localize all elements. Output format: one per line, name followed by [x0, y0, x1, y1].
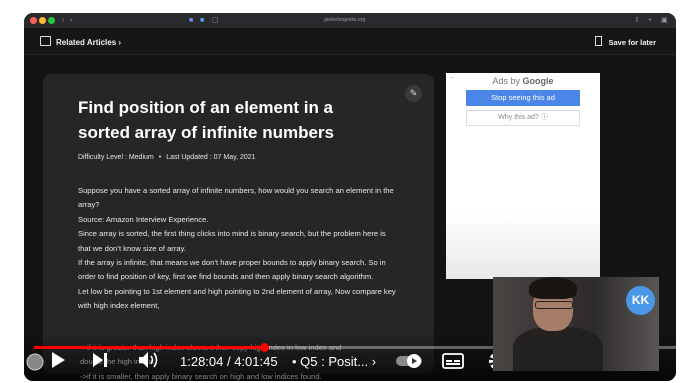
minimize-dot-icon[interactable] — [39, 17, 46, 24]
time-display: 1:28:04 / 4:01:45 — [180, 354, 278, 369]
share-icon[interactable]: ⇧ — [634, 16, 640, 25]
back-icon[interactable]: ‹ — [62, 16, 64, 25]
subtitles-icon[interactable] — [442, 353, 464, 369]
browser-toolbar: ‹ › ■ ■ ▢ geeksforgeeks.org ⇧ + ▣ — [24, 13, 676, 28]
ads-by-google-label: Ads by Google — [446, 76, 600, 86]
chapter-title[interactable]: • Q5 : Posit... › — [292, 354, 376, 369]
why-this-ad-label: Why this ad? — [498, 114, 539, 121]
webcam-overlay: KK — [493, 277, 659, 371]
ads-by-text: Ads by — [492, 76, 520, 86]
presenter-body — [513, 327, 603, 371]
related-articles-button[interactable]: Related Articles › — [40, 36, 121, 47]
last-updated: Last Updated : 07 May, 2021 — [166, 154, 256, 161]
article-body: Suppose you have a sorted array of infin… — [78, 184, 398, 314]
why-this-ad-button[interactable]: Why this ad? ⓘ — [466, 110, 580, 126]
google-logo-text: Google — [522, 76, 554, 86]
article-paragraph: Let low be pointing to 1st element and h… — [78, 286, 396, 311]
extension-icon[interactable]: ■ — [200, 16, 204, 25]
autoplay-toggle[interactable] — [395, 354, 423, 368]
miniplayer-avatar-icon[interactable] — [26, 353, 44, 371]
channel-logo: KK — [626, 286, 655, 315]
extension-icon[interactable]: ■ — [189, 16, 193, 25]
info-icon: ⓘ — [540, 114, 548, 121]
close-dot-icon[interactable] — [30, 17, 37, 24]
chevron-right-icon: › — [118, 38, 122, 47]
progress-played — [34, 346, 264, 349]
volume-icon[interactable] — [138, 351, 160, 369]
address-bar[interactable]: geeksforgeeks.org — [324, 16, 365, 25]
maximize-dot-icon[interactable] — [48, 17, 55, 24]
article-paragraph: If the array is infinite, that means we … — [78, 258, 386, 282]
article-paragraph: ->if it is smaller, then apply binary se… — [80, 371, 322, 381]
article-card: Find position of an element in a sorted … — [43, 74, 434, 374]
chapter-label: • Q5 : Posit... — [292, 354, 369, 369]
presenter-hair — [529, 277, 577, 299]
article-title: Find position of an element in a sorted … — [78, 98, 334, 142]
separator-dot: • — [158, 154, 162, 161]
article-meta: Difficulty Level : Medium • Last Updated :… — [78, 154, 256, 161]
save-for-later-button[interactable]: Save for later — [595, 36, 656, 47]
ad-background — [446, 213, 600, 279]
edit-pencil-icon[interactable]: ✎ — [405, 85, 422, 102]
progress-scrubber-handle[interactable] — [259, 343, 269, 352]
next-video-icon[interactable] — [92, 352, 108, 368]
bookmark-icon — [595, 36, 603, 46]
tabs-overview-icon[interactable]: ▣ — [661, 16, 668, 25]
difficulty-level: Difficulty Level : Medium — [78, 154, 154, 161]
article-paragraph: Since array is sorted, the first thing c… — [78, 229, 386, 253]
new-tab-icon[interactable]: + — [648, 16, 652, 25]
ad-panel: ← Ads by Google Stop seeing this ad Why … — [446, 73, 600, 279]
forward-icon[interactable]: › — [70, 16, 72, 25]
article-paragraph: Source: Amazon Interview Experience. — [78, 214, 209, 224]
extension-icon[interactable]: ▢ — [212, 16, 219, 25]
save-for-later-label: Save for later — [608, 38, 656, 47]
stop-seeing-ad-button[interactable]: Stop seeing this ad — [466, 90, 580, 106]
related-articles-label: Related Articles — [56, 38, 117, 47]
article-paragraph: Suppose you have a sorted array of infin… — [78, 186, 394, 210]
play-icon[interactable] — [50, 351, 66, 369]
article-top-nav: Related Articles › Save for later — [24, 28, 676, 55]
chevron-right-icon: › — [371, 354, 377, 369]
presenter-glasses — [535, 301, 573, 309]
list-icon — [40, 36, 51, 46]
